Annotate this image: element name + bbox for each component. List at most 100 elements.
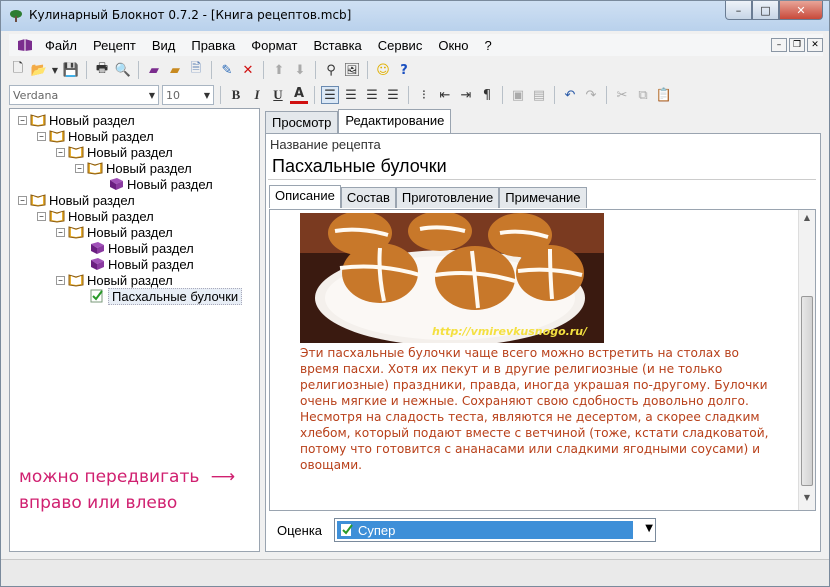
tree-node[interactable]: − Новый раздел — [37, 128, 154, 144]
scroll-thumb[interactable] — [801, 296, 813, 486]
maximize-button[interactable]: □ — [752, 1, 779, 20]
underline-icon[interactable]: U — [269, 86, 287, 104]
tab-description[interactable]: Описание — [269, 185, 341, 208]
redo-icon[interactable]: ↷ — [582, 86, 600, 104]
tree-node[interactable]: − Новый раздел — [56, 144, 173, 160]
tree-node[interactable]: − Новый раздел — [56, 272, 173, 288]
tree-node[interactable]: Новый раздел — [108, 176, 213, 192]
tree-node-selected[interactable]: Пасхальные булочки — [89, 287, 243, 305]
collapse-icon[interactable]: − — [18, 115, 27, 125]
new-document-icon[interactable]: 🗋 — [9, 61, 27, 79]
edit-recipe-icon[interactable]: ✎ — [218, 61, 236, 79]
menu-edit[interactable]: Правка — [183, 38, 243, 53]
smiley-icon[interactable]: ☺ — [374, 61, 392, 79]
collapse-icon[interactable]: − — [56, 275, 65, 285]
vertical-scrollbar[interactable]: ▲ ▼ — [798, 210, 815, 510]
font-color-icon[interactable]: A — [290, 86, 308, 104]
image-icon[interactable]: 🖼 — [343, 61, 361, 79]
align-right-icon[interactable]: ☰ — [363, 86, 381, 104]
open-folder-icon[interactable]: 📂 — [30, 61, 48, 79]
align-justify-icon[interactable]: ☰ — [384, 86, 402, 104]
tab-notes[interactable]: Примечание — [499, 187, 587, 208]
menu-window[interactable]: Окно — [430, 38, 476, 53]
menu-recipe[interactable]: Рецепт — [85, 38, 144, 53]
tree-node[interactable]: − Новый раздел — [18, 112, 135, 128]
recipe-name-input[interactable]: Пасхальные булочки — [268, 154, 816, 180]
tree-node[interactable]: − Новый раздел — [75, 160, 192, 176]
scroll-up-icon[interactable]: ▲ — [801, 213, 813, 227]
tree-node-label: Новый раздел — [49, 112, 135, 128]
annotation-text: вправо или влево — [19, 493, 177, 513]
menu-insert[interactable]: Вставка — [305, 38, 369, 53]
paragraph-icon[interactable]: ¶ — [478, 86, 496, 104]
align-left-icon[interactable]: ☰ — [321, 86, 339, 104]
menu-file[interactable]: Файл — [37, 38, 85, 53]
toolbar-separator — [408, 86, 409, 104]
minimize-button[interactable]: – — [725, 1, 752, 20]
find-binoculars-icon[interactable]: ⚲ — [322, 61, 340, 79]
font-size-select[interactable]: 10 ▼ — [162, 85, 214, 105]
tree-node[interactable]: Новый раздел — [89, 256, 194, 272]
tree-node[interactable]: Новый раздел — [89, 240, 194, 256]
collapse-icon[interactable]: − — [37, 211, 46, 221]
bold-icon[interactable]: B — [227, 86, 245, 104]
undo-icon[interactable]: ↶ — [561, 86, 579, 104]
move-down-icon[interactable]: ⬇ — [291, 61, 309, 79]
font-family-select[interactable]: Verdana ▼ — [9, 85, 159, 105]
collapse-icon[interactable]: − — [56, 227, 65, 237]
menu-view[interactable]: Вид — [144, 38, 184, 53]
menu-service[interactable]: Сервис — [370, 38, 431, 53]
open-book-icon — [87, 162, 103, 175]
open-section-icon[interactable]: ▰ — [166, 61, 184, 79]
mdi-minimize-button[interactable]: – — [771, 38, 787, 52]
closed-book-icon — [91, 258, 104, 270]
tab-edit[interactable]: Редактирование — [338, 109, 452, 133]
collapse-icon[interactable]: − — [37, 131, 46, 141]
tree-node[interactable]: − Новый раздел — [18, 192, 135, 208]
paste-icon[interactable]: 📋 — [655, 86, 673, 104]
description-editor[interactable]: http://vmirevkusnogo.ru/ Эти пасхальные … — [269, 209, 816, 511]
move-up-icon[interactable]: ⬆ — [270, 61, 288, 79]
status-bar — [1, 559, 829, 586]
tree-node[interactable]: − Новый раздел — [56, 224, 173, 240]
insert-object-icon[interactable]: ▤ — [530, 86, 548, 104]
close-button[interactable]: ✕ — [779, 1, 823, 20]
copy-icon[interactable]: ⧉ — [634, 86, 652, 104]
menu-format[interactable]: Формат — [243, 38, 305, 53]
tab-ingredients[interactable]: Состав — [340, 187, 396, 208]
rating-select[interactable]: Супер ▼ — [334, 518, 656, 542]
menu-help[interactable]: ? — [477, 38, 500, 53]
collapse-icon[interactable]: − — [56, 147, 65, 157]
indent-icon[interactable]: ⇥ — [457, 86, 475, 104]
recipe-check-icon — [90, 289, 103, 303]
tree-node[interactable]: − Новый раздел — [37, 208, 154, 224]
chevron-down-icon: ▼ — [203, 90, 210, 100]
new-recipe-icon[interactable]: 🗎 — [187, 61, 205, 79]
mdi-restore-button[interactable]: ❐ — [789, 38, 805, 52]
outdent-icon[interactable]: ⇤ — [436, 86, 454, 104]
annotation-text: можно передвигать ⟶ — [19, 467, 235, 487]
tree-node-label: Новый раздел — [87, 144, 173, 160]
tab-preparation[interactable]: Приготовление — [395, 187, 500, 208]
align-center-icon[interactable]: ☰ — [342, 86, 360, 104]
scroll-down-icon[interactable]: ▼ — [801, 493, 813, 507]
help-icon[interactable]: ? — [395, 61, 413, 79]
new-section-icon[interactable]: ▰ — [145, 61, 163, 79]
tree-node-label: Новый раздел — [87, 272, 173, 288]
print-preview-icon[interactable]: 🔍 — [114, 61, 132, 79]
chevron-down-icon[interactable]: ▼ — [645, 523, 653, 534]
tree-node-label: Новый раздел — [108, 240, 194, 256]
dropdown-arrow-icon[interactable]: ▼ — [51, 61, 59, 79]
tab-view[interactable]: Просмотр — [265, 111, 339, 133]
collapse-icon[interactable]: − — [75, 163, 84, 173]
save-icon[interactable]: 💾 — [62, 61, 80, 79]
print-icon[interactable]: 🖶 — [93, 61, 111, 79]
insert-image-icon[interactable]: ▣ — [509, 86, 527, 104]
collapse-icon[interactable]: − — [18, 195, 27, 205]
cut-icon[interactable]: ✂ — [613, 86, 631, 104]
mdi-close-button[interactable]: ✕ — [807, 38, 823, 52]
italic-icon[interactable]: I — [248, 86, 266, 104]
delete-icon[interactable]: ✕ — [239, 61, 257, 79]
toolbar-separator — [314, 86, 315, 104]
bullet-list-icon[interactable]: ⁝ — [415, 86, 433, 104]
